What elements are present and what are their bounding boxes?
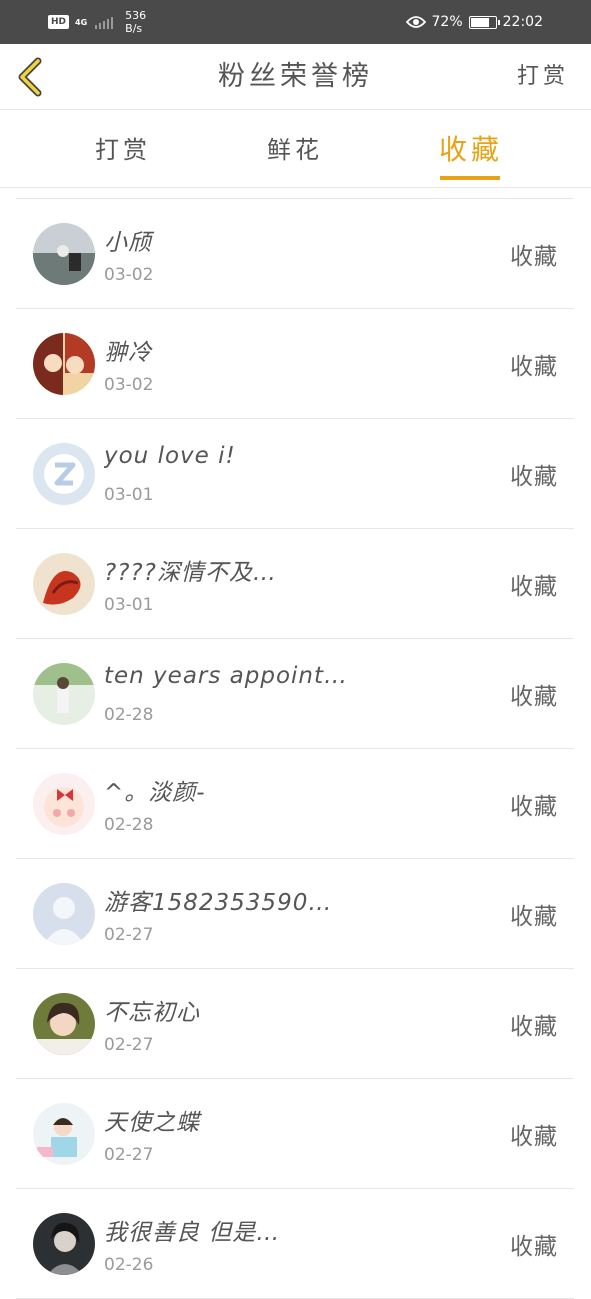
battery-fill xyxy=(470,17,490,27)
page-title: 粉丝荣誉榜 xyxy=(218,61,373,92)
network-speed: 536 B/s xyxy=(125,9,146,35)
list-item[interactable]: 天使之蝶 02-27 收藏 xyxy=(16,1079,574,1189)
fan-action: 收藏 xyxy=(510,904,558,930)
fan-action: 收藏 xyxy=(510,574,558,600)
status-bar: HD 4G 536 B/s 72% 22:02 xyxy=(0,0,591,44)
clock: 22:02 xyxy=(502,14,543,30)
fan-date: 03-02 xyxy=(104,265,154,285)
network-type: 4G xyxy=(75,17,88,27)
fan-name: 我很善良 但是… xyxy=(104,1220,281,1246)
signal-icon xyxy=(95,15,114,29)
avatar xyxy=(33,223,95,285)
list-item[interactable]: 翀冷 03-02 收藏 xyxy=(16,309,574,419)
tab-reward[interactable]: 打赏 xyxy=(88,110,158,186)
fan-name: you love i! xyxy=(104,443,236,469)
avatar xyxy=(33,883,95,945)
fan-name: 游客1582353590… xyxy=(104,890,333,916)
list-item[interactable]: 不忘初心 02-27 收藏 xyxy=(16,969,574,1079)
avatar xyxy=(33,553,95,615)
status-left: HD 4G 536 B/s xyxy=(48,8,146,36)
fan-date: 02-28 xyxy=(104,815,154,835)
fan-name: ten years appoint… xyxy=(104,663,349,689)
fan-name: ^。淡颜- xyxy=(104,780,206,806)
fan-name: 小颀 xyxy=(104,230,152,256)
list-item[interactable]: 游客1582353590… 02-27 收藏 xyxy=(16,859,574,969)
avatar xyxy=(33,993,95,1055)
fan-action: 收藏 xyxy=(510,244,558,270)
speed-unit: B/s xyxy=(125,22,143,35)
fan-date: 03-02 xyxy=(104,375,154,395)
avatar xyxy=(33,1103,95,1165)
fan-date: 02-27 xyxy=(104,1145,154,1165)
list-item[interactable]: 我很善良 但是… 02-26 收藏 xyxy=(16,1189,574,1299)
list-item[interactable]: ????深情不及… 03-01 收藏 xyxy=(16,529,574,639)
fan-name: 天使之蝶 xyxy=(104,1110,200,1136)
fan-action: 收藏 xyxy=(510,464,558,490)
tab-bar: 打赏 鲜花 收藏 xyxy=(0,110,591,188)
fan-date: 02-27 xyxy=(104,925,154,945)
fan-action: 收藏 xyxy=(510,1124,558,1150)
fan-date: 02-27 xyxy=(104,1035,154,1055)
fan-date: 03-01 xyxy=(104,485,154,505)
avatar xyxy=(33,773,95,835)
fan-action: 收藏 xyxy=(510,1014,558,1040)
avatar xyxy=(33,333,95,395)
tab-flowers[interactable]: 鲜花 xyxy=(258,110,332,186)
status-right: 72% 22:02 xyxy=(405,8,543,36)
fan-name: ????深情不及… xyxy=(104,560,277,586)
battery-percent: 72% xyxy=(431,14,463,30)
list-item[interactable]: you love i! 03-01 收藏 xyxy=(16,419,574,529)
fan-action: 收藏 xyxy=(510,684,558,710)
fan-name: 不忘初心 xyxy=(104,1000,200,1026)
avatar xyxy=(33,1213,95,1275)
fan-list: 小颀 03-02 收藏 翀冷 03-02 收藏 you love i! 03-0… xyxy=(16,198,574,1299)
avatar xyxy=(33,443,95,505)
fan-action: 收藏 xyxy=(510,794,558,820)
fan-action: 收藏 xyxy=(510,1234,558,1260)
app-header: 粉丝荣誉榜 打赏 xyxy=(0,44,591,110)
fan-date: 02-26 xyxy=(104,1255,154,1275)
fan-date: 03-01 xyxy=(104,595,154,615)
fan-action: 收藏 xyxy=(510,354,558,380)
list-item[interactable]: 小颀 03-02 收藏 xyxy=(16,199,574,309)
tab-favorites[interactable]: 收藏 xyxy=(436,110,506,186)
eye-icon xyxy=(405,15,426,29)
battery-icon xyxy=(468,15,500,29)
list-item[interactable]: ten years appoint… 02-28 收藏 xyxy=(16,639,574,749)
hd-badge: HD xyxy=(48,15,70,29)
fan-date: 02-28 xyxy=(104,705,154,725)
list-item[interactable]: ^。淡颜- 02-28 收藏 xyxy=(16,749,574,859)
fan-name: 翀冷 xyxy=(104,340,152,366)
avatar xyxy=(33,663,95,725)
reward-button[interactable]: 打赏 xyxy=(517,44,569,110)
active-tab-indicator xyxy=(440,176,500,180)
speed-value: 536 xyxy=(125,9,147,22)
